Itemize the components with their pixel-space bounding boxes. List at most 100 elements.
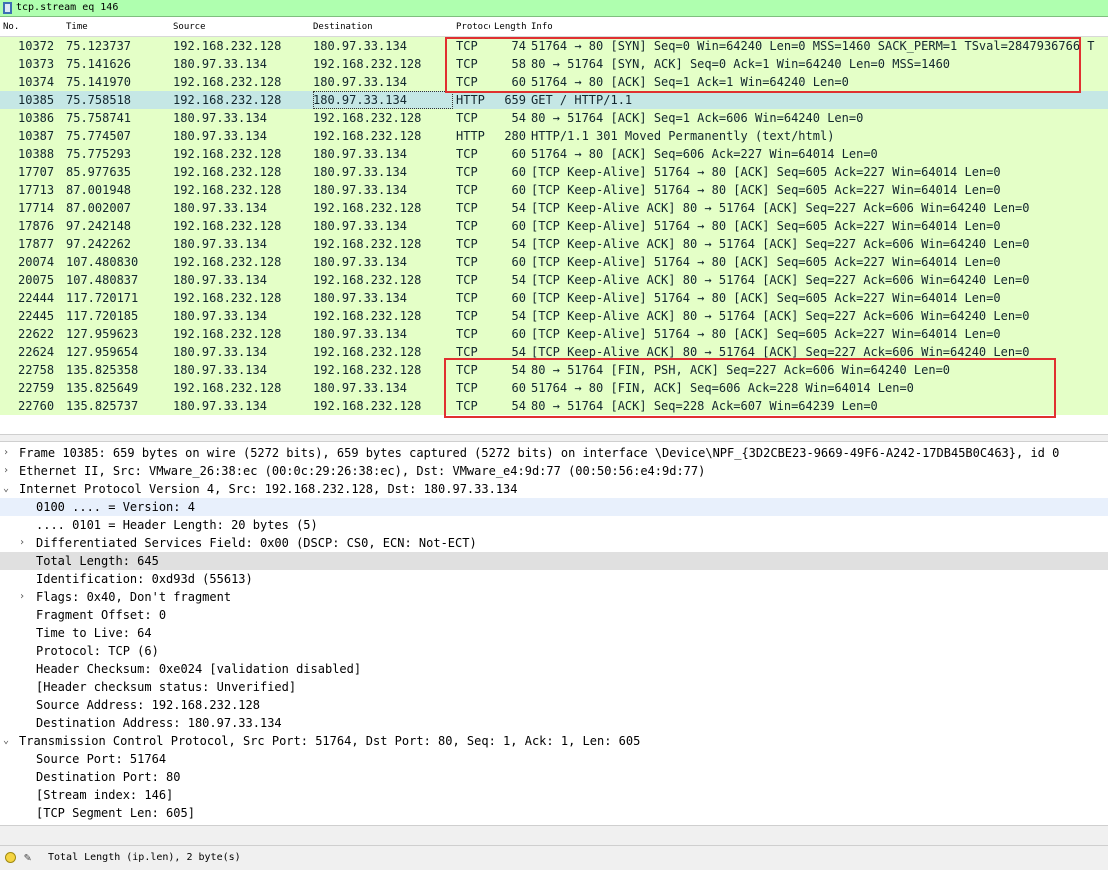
table-row[interactable]: 22445 117.720185 180.97.33.134 192.168.232.… [0, 307, 1108, 325]
table-row[interactable]: 22622 127.959623 192.168.232.128 180.97.33.… [0, 325, 1108, 343]
cell-proto: TCP [456, 345, 478, 359]
cell-info: 51764 → 80 [ACK] Seq=606 Ack=227 Win=640… [531, 147, 878, 161]
cell-len: 54 [511, 237, 526, 251]
table-row[interactable]: 17877 97.242262 180.97.33.134 192.168.232.1… [0, 235, 1108, 253]
cell-dst: 180.97.33.134 [313, 381, 407, 395]
expert-info-icon[interactable] [5, 852, 16, 863]
cell-dst: 180.97.33.134 [313, 165, 407, 179]
table-row[interactable]: 10387 75.774507 180.97.33.134 192.168.232.1… [0, 127, 1108, 145]
detail-tree-item[interactable]: Identification: 0xd93d (55613) [0, 570, 1108, 588]
cell-no: 17877 [18, 237, 55, 251]
column-header-no[interactable]: No. [3, 22, 19, 32]
cell-time: 135.825649 [66, 381, 139, 395]
chevron-down-icon[interactable]: ⌄ [3, 732, 13, 750]
cell-time: 107.480837 [66, 273, 139, 287]
detail-tree-label: Flags: 0x40, Don't fragment [36, 590, 232, 604]
edit-comment-icon[interactable]: ✎ [24, 850, 36, 864]
column-header-source[interactable]: Source [173, 22, 206, 32]
cell-time: 75.758518 [66, 93, 132, 107]
chevron-right-icon[interactable]: › [3, 462, 13, 480]
table-row[interactable]: 20074 107.480830 192.168.232.128 180.97.33.… [0, 253, 1108, 271]
detail-tree-item[interactable]: › Frame 10385: 659 bytes on wire (5272 bi… [0, 444, 1108, 462]
cell-info: 51764 → 80 [ACK] Seq=1 Ack=1 Win=64240 L… [531, 75, 849, 89]
cell-src: 192.168.232.128 [173, 183, 282, 197]
detail-tree-label: Protocol: TCP (6) [36, 644, 159, 658]
pane-splitter[interactable] [0, 434, 1108, 442]
table-row[interactable]: 17707 85.977635 192.168.232.128 180.97.33.1… [0, 163, 1108, 181]
cell-dst: 180.97.33.134 [313, 219, 407, 233]
cell-dst: 180.97.33.134 [313, 291, 407, 305]
table-row[interactable]: 10386 75.758741 180.97.33.134 192.168.232.1… [0, 109, 1108, 127]
cell-src: 192.168.232.128 [173, 147, 282, 161]
detail-tree-item[interactable]: Total Length: 645 [0, 552, 1108, 570]
detail-tree-item[interactable]: Source Port: 51764 [0, 750, 1108, 768]
detail-tree-item[interactable]: › Ethernet II, Src: VMware_26:38:ec (00:0… [0, 462, 1108, 480]
detail-tree-item[interactable]: Destination Address: 180.97.33.134 [0, 714, 1108, 732]
detail-tree-item[interactable]: ⌄ Transmission Control Protocol, Src Port… [0, 732, 1108, 750]
table-row[interactable]: 17713 87.001948 192.168.232.128 180.97.33.1… [0, 181, 1108, 199]
table-row[interactable]: 20075 107.480837 180.97.33.134 192.168.232.… [0, 271, 1108, 289]
detail-tree-item[interactable]: Source Address: 192.168.232.128 [0, 696, 1108, 714]
table-row[interactable]: 10388 75.775293 192.168.232.128 180.97.33.1… [0, 145, 1108, 163]
cell-no: 22444 [18, 291, 55, 305]
cell-no: 10388 [18, 147, 55, 161]
detail-tree-item[interactable]: Protocol: TCP (6) [0, 642, 1108, 660]
column-header-protocol[interactable]: Protocol [456, 22, 490, 32]
cell-proto: TCP [456, 111, 478, 125]
cell-time: 127.959654 [66, 345, 139, 359]
cell-info: 51764 → 80 [SYN] Seq=0 Win=64240 Len=0 M… [531, 39, 1095, 53]
detail-tree-item[interactable]: ⌄ Internet Protocol Version 4, Src: 192.1… [0, 480, 1108, 498]
cell-info: [TCP Keep-Alive] 51764 → 80 [ACK] Seq=60… [531, 291, 1001, 305]
cell-src: 192.168.232.128 [173, 75, 282, 89]
table-row[interactable]: 10372 75.123737 192.168.232.128 180.97.33.1… [0, 37, 1108, 55]
detail-tree-item[interactable]: Fragment Offset: 0 [0, 606, 1108, 624]
detail-tree-item[interactable]: Time to Live: 64 [0, 624, 1108, 642]
detail-tree-item[interactable]: Header Checksum: 0xe024 [validation disa… [0, 660, 1108, 678]
table-row[interactable]: 10373 75.141626 180.97.33.134 192.168.232.1… [0, 55, 1108, 73]
column-header-destination[interactable]: Destination [313, 22, 373, 32]
chevron-down-icon[interactable]: ⌄ [3, 480, 13, 498]
display-filter-input[interactable] [16, 0, 416, 16]
cell-info: [TCP Keep-Alive] 51764 → 80 [ACK] Seq=60… [531, 255, 1001, 269]
chevron-right-icon[interactable]: › [19, 534, 29, 552]
table-row[interactable]: 10385 75.758518 192.168.232.128 180.97.33.1… [0, 91, 1108, 109]
detail-tree-item[interactable]: 0100 .... = Version: 4 [0, 498, 1108, 516]
table-row[interactable]: 10374 75.141970 192.168.232.128 180.97.33.1… [0, 73, 1108, 91]
detail-tree-item[interactable]: [Header checksum status: Unverified] [0, 678, 1108, 696]
pane-splitter-bytes[interactable] [0, 825, 1108, 845]
cell-info: [TCP Keep-Alive] 51764 → 80 [ACK] Seq=60… [531, 219, 1001, 233]
table-row[interactable]: 17876 97.242148 192.168.232.128 180.97.33.1… [0, 217, 1108, 235]
detail-tree-item[interactable]: [Stream index: 146] [0, 786, 1108, 804]
cell-no: 10385 [18, 93, 55, 107]
bookmark-icon[interactable] [3, 2, 12, 14]
cell-no: 22622 [18, 327, 55, 341]
table-row[interactable]: 17714 87.002007 180.97.33.134 192.168.232.1… [0, 199, 1108, 217]
detail-tree-item[interactable]: › Flags: 0x40, Don't fragment [0, 588, 1108, 606]
table-row[interactable]: 22758 135.825358 180.97.33.134 192.168.232.… [0, 361, 1108, 379]
cell-len: 54 [511, 273, 526, 287]
cell-time: 107.480830 [66, 255, 139, 269]
cell-info: 51764 → 80 [FIN, ACK] Seq=606 Ack=228 Wi… [531, 381, 914, 395]
detail-tree-item[interactable]: › Differentiated Services Field: 0x00 (DS… [0, 534, 1108, 552]
chevron-right-icon[interactable]: › [19, 588, 29, 606]
cell-info: [TCP Keep-Alive ACK] 80 → 51764 [ACK] Se… [531, 201, 1030, 215]
table-row[interactable]: 22760 135.825737 180.97.33.134 192.168.232.… [0, 397, 1108, 415]
cell-dst: 192.168.232.128 [313, 201, 422, 215]
table-row[interactable]: 22444 117.720171 192.168.232.128 180.97.33.… [0, 289, 1108, 307]
cell-no: 20074 [18, 255, 55, 269]
cell-proto: TCP [456, 381, 478, 395]
table-row[interactable]: 22624 127.959654 180.97.33.134 192.168.232.… [0, 343, 1108, 361]
cell-len: 60 [511, 255, 526, 269]
detail-tree-label: Header Checksum: 0xe024 [validation disa… [36, 662, 362, 676]
table-row[interactable]: 22759 135.825649 192.168.232.128 180.97.33.… [0, 379, 1108, 397]
detail-tree-label: Ethernet II, Src: VMware_26:38:ec (00:0c… [19, 464, 706, 478]
chevron-right-icon[interactable]: › [3, 444, 13, 462]
status-bar: ✎ Total Length (ip.len), 2 byte(s) [0, 845, 1108, 870]
column-header-time[interactable]: Time [66, 22, 88, 32]
column-header-length[interactable]: Length [494, 22, 528, 32]
detail-tree-item[interactable]: .... 0101 = Header Length: 20 bytes (5) [0, 516, 1108, 534]
column-header-info[interactable]: Info [531, 22, 553, 32]
detail-tree-item[interactable]: Destination Port: 80 [0, 768, 1108, 786]
cell-no: 10372 [18, 39, 55, 53]
detail-tree-item[interactable]: [TCP Segment Len: 605] [0, 804, 1108, 821]
